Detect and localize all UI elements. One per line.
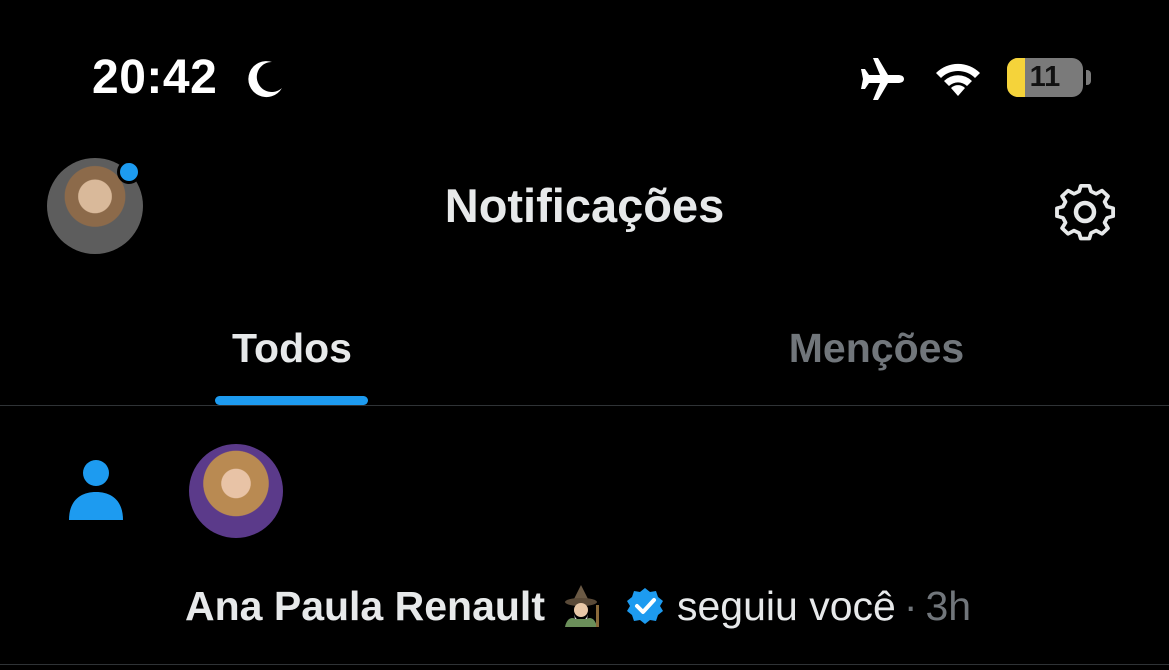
notification-divider — [0, 664, 1169, 665]
person-icon — [69, 460, 123, 520]
moon-icon — [248, 61, 282, 98]
notification-tabs: Todos Menções — [0, 290, 1169, 406]
verified-badge-icon — [626, 588, 663, 624]
battery-icon: 11 — [1007, 58, 1083, 97]
active-tab-indicator — [215, 396, 368, 405]
tab-mencoes[interactable]: Menções — [584, 290, 1169, 406]
airplane-icon — [861, 58, 904, 100]
wizard-emoji-icon — [564, 585, 599, 627]
battery-level: 11 — [1029, 61, 1061, 93]
battery-cap — [1086, 70, 1091, 85]
notification-text: Ana Paula Renault seguiu você · 3h — [185, 578, 971, 634]
notification-user-name[interactable]: Ana Paula Renault — [185, 583, 545, 630]
tab-todos[interactable]: Todos — [0, 290, 584, 406]
status-time: 20:42 — [92, 51, 218, 104]
notification-action: seguiu você — [676, 582, 896, 629]
notification-user-avatar[interactable] — [189, 444, 283, 538]
notifications-screen: 20:42 11 Notificações Todos Menções Ana … — [0, 0, 1169, 670]
page-title: Notificações — [444, 179, 725, 232]
notification-time: 3h — [925, 582, 972, 629]
gear-icon[interactable] — [1052, 178, 1118, 244]
notification-separator: · — [903, 582, 918, 629]
status-bar: 20:42 11 — [0, 0, 1169, 150]
notification-item[interactable]: Ana Paula Renault seguiu você · 3h — [0, 406, 1169, 670]
wifi-icon — [936, 63, 980, 96]
